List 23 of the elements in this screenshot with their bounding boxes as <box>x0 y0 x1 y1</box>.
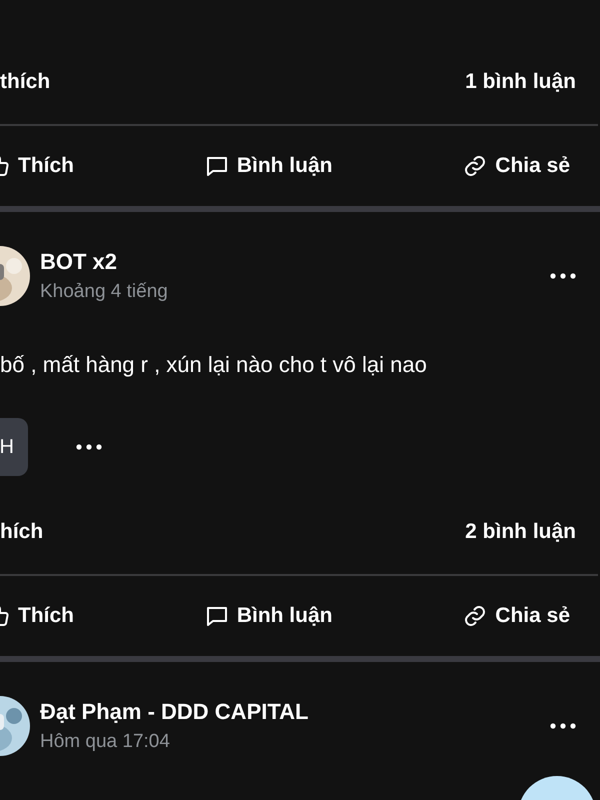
like-count: hích <box>0 520 44 544</box>
like-button[interactable]: Thích <box>0 154 74 178</box>
share-button[interactable]: Chia sẻ <box>463 154 570 178</box>
post-text: bố , mất hàng r , xún lại nào cho t vô lại nao <box>0 352 428 378</box>
comment-count[interactable]: 1 bình luận <box>465 70 576 94</box>
share-button[interactable]: Chia sẻ <box>463 604 570 628</box>
more-icon[interactable] <box>550 273 576 279</box>
author-name[interactable]: Đạt Phạm - DDD CAPITAL <box>40 699 550 725</box>
post-time: Khoảng 4 tiếng <box>40 281 169 303</box>
comment-count[interactable]: 2 bình luận <box>465 520 576 544</box>
more-icon[interactable] <box>76 444 102 450</box>
reaction-chip[interactable]: H <box>0 418 28 476</box>
like-button[interactable]: Thích <box>0 604 74 628</box>
post-time: Hôm qua 17:04 <box>40 731 171 753</box>
comment-button[interactable]: Bình luận <box>204 604 332 628</box>
link-icon[interactable] <box>463 154 488 178</box>
more-icon[interactable] <box>550 723 576 729</box>
speech-bubble-icon[interactable] <box>204 604 229 628</box>
like-count: thích <box>0 70 50 94</box>
author-name[interactable]: BOT x2 <box>40 249 550 275</box>
speech-bubble-icon[interactable] <box>204 154 229 178</box>
comment-button[interactable]: Bình luận <box>204 154 332 178</box>
link-icon[interactable] <box>463 604 488 628</box>
